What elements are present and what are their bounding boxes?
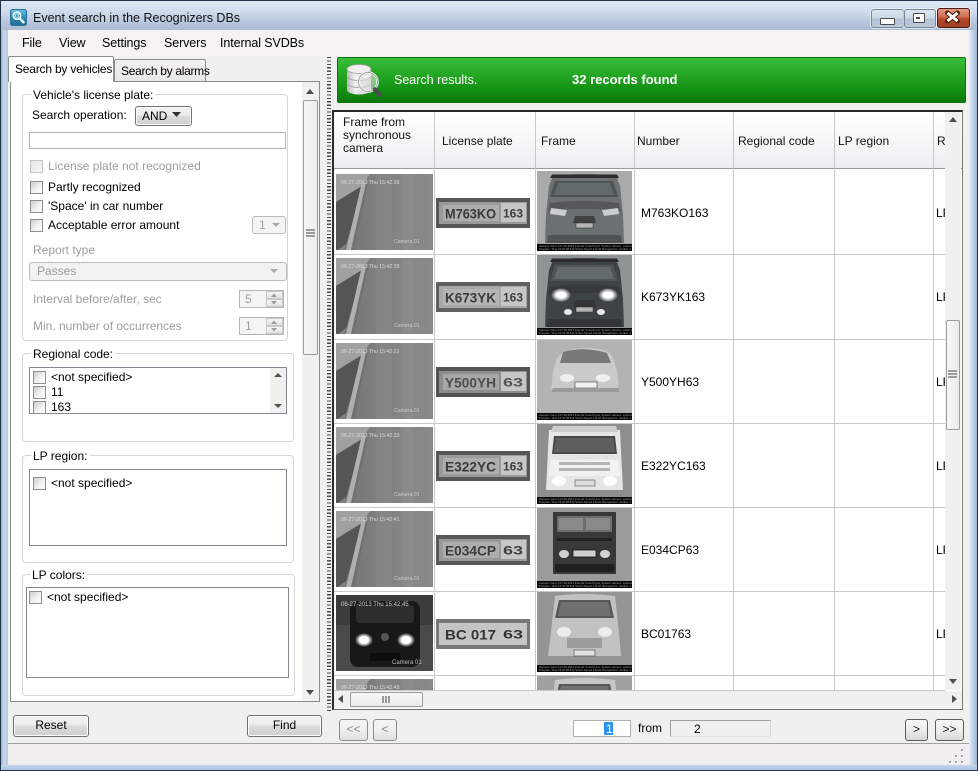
svg-text:06-27-2013 Thu 15:42:38: 06-27-2013 Thu 15:42:38: [341, 180, 400, 186]
svg-text:163: 163: [503, 460, 523, 474]
svg-text:M763KO: M763KO: [445, 207, 496, 222]
svg-text:Program: Time 15:42:38.512 Si: Program: Time 15:42:38.512 Sintez-Speed …: [539, 500, 631, 504]
svg-text:163: 163: [503, 291, 523, 305]
svg-text:63: 63: [503, 376, 523, 390]
svg-text:06-27-2013 Thu 15:42:45: 06-27-2013 Thu 15:42:45: [341, 602, 409, 608]
svg-text:06-27-2013 Thu 15:42:48: 06-27-2013 Thu 15:42:48: [341, 685, 400, 690]
svg-text:Camera 01: Camera 01: [394, 239, 420, 245]
svg-text:Camera 01: Camera 01: [392, 660, 422, 666]
svg-text:06-27-2013 Thu 15:42:33: 06-27-2013 Thu 15:42:33: [341, 433, 400, 439]
svg-text:Y500YH: Y500YH: [445, 376, 496, 391]
svg-text:K673YK: K673YK: [445, 291, 496, 306]
svg-text:Camera 01: Camera 01: [394, 492, 420, 498]
svg-text:06-27-2013 Thu 15:42:41: 06-27-2013 Thu 15:42:41: [341, 517, 400, 523]
svg-text:Program: Time 15:42:38.512 Si: Program: Time 15:42:38.512 Sintez-Speed …: [539, 584, 631, 588]
svg-text:Program: Time 15:42:38.512 Si: Program: Time 15:42:38.512 Sintez-Speed …: [539, 247, 631, 251]
svg-text:Camera 01: Camera 01: [394, 408, 420, 414]
svg-text:BC 017: BC 017: [445, 628, 496, 643]
svg-text:63: 63: [503, 544, 523, 558]
svg-text:E322YC: E322YC: [445, 460, 496, 475]
svg-text:E034CP: E034CP: [445, 544, 496, 559]
svg-text:FREIGHTLINER: FREIGHTLINER: [577, 455, 614, 461]
svg-text:Program: Time 15:42:38.512 Si: Program: Time 15:42:38.512 Sintez-Speed …: [539, 416, 631, 420]
svg-text:Camera 01: Camera 01: [394, 576, 420, 582]
svg-text:06-27-2013 Thu 15:42:39: 06-27-2013 Thu 15:42:39: [341, 264, 400, 270]
svg-text:163: 163: [503, 207, 523, 221]
svg-text:Program: Time 15:42:38.512 Si: Program: Time 15:42:38.512 Sintez-Speed …: [539, 331, 631, 335]
svg-text:06-27-2013 Thu 15:42:22: 06-27-2013 Thu 15:42:22: [341, 349, 400, 355]
svg-text:Camera 01: Camera 01: [394, 323, 420, 329]
svg-text:63: 63: [503, 628, 523, 642]
svg-text:Program: Time 15:42:38.512 Si: Program: Time 15:42:38.512 Sintez-Speed …: [539, 668, 631, 672]
